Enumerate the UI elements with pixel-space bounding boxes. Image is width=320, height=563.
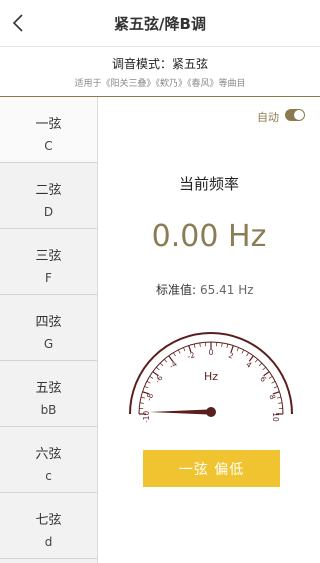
gauge-minor-tick: [236, 347, 239, 352]
tuning-mode-label: 调音模式：紧五弦: [111, 57, 208, 71]
gauge-minor-tick: [273, 386, 278, 389]
standard-value: 标准值: 65.41 Hz: [156, 281, 254, 298]
string-list: 一弦 C 二弦 D 三弦 F 四弦 G 五弦 bB 六弦 c 七弦 d: [0, 97, 98, 563]
toggle-knob: [294, 110, 304, 120]
applicable-songs: 适用于《阳关三叠》《欸乃》《春风》等曲目: [74, 79, 246, 89]
string-item-1[interactable]: 一弦 C: [0, 97, 97, 163]
gauge-minor-tick: [149, 376, 154, 379]
gauge-minor-tick: [226, 343, 229, 348]
gauge-minor-tick: [159, 362, 164, 367]
string-item-5[interactable]: 五弦 bB: [0, 361, 97, 427]
string-note: bB: [40, 403, 57, 417]
gauge-minor-tick: [163, 359, 168, 363]
gauge-tick-label: 2: [227, 351, 235, 361]
header-bar: 紧五弦/降B调: [0, 0, 320, 47]
string-item-6[interactable]: 六弦 c: [0, 427, 97, 493]
gauge-minor-tick: [271, 381, 276, 384]
gauge-tick-label: -10: [142, 411, 151, 422]
string-item-7[interactable]: 七弦 d: [0, 493, 97, 559]
string-item-3[interactable]: 三弦 F: [0, 229, 97, 295]
string-note: G: [43, 337, 54, 351]
gauge-tick-label: 10: [271, 412, 280, 422]
gauge-minor-tick: [193, 343, 196, 348]
current-frequency-value: 0.00 Hz: [151, 219, 267, 254]
standard-value-number: 65.41 Hz: [200, 283, 254, 297]
tuner-panel: 自动 当前频率 0.00 Hz 标准值: 65.41 Hz -10 -8 -6 -4 -2…: [98, 97, 320, 563]
string-item-2[interactable]: 二弦 D: [0, 163, 97, 229]
gauge-tick-label: -6: [153, 373, 165, 385]
string-note: c: [45, 469, 52, 483]
gauge-minor-tick: [246, 352, 249, 357]
tuning-gauge: -10 -8 -6-4 -2 0 246 8 10 Hz: [129, 332, 293, 422]
string-note: D: [43, 205, 54, 219]
gauge-minor-tick: [156, 366, 160, 371]
gauge-minor-tick: [144, 386, 149, 389]
gauge-minor-tick: [262, 366, 266, 371]
standard-value-label: 标准值:: [156, 283, 197, 297]
gauge-minor-tick: [254, 359, 259, 363]
string-name: 七弦: [35, 513, 62, 528]
gauge-needle: [149, 409, 211, 415]
gauge-tick-label: -2: [186, 350, 196, 361]
gauge-tick-label: 8: [267, 393, 277, 401]
gauge-minor-tick: [221, 342, 223, 347]
gauge-tick-label: 0: [209, 348, 214, 357]
current-frequency-label: 当前频率: [178, 175, 239, 193]
string-name: 四弦: [35, 315, 62, 330]
auto-toggle[interactable]: [285, 109, 305, 121]
string-note: d: [44, 535, 53, 549]
string-name: 三弦: [35, 249, 62, 264]
string-item-4[interactable]: 四弦 G: [0, 295, 97, 361]
gauge-minor-tick: [241, 349, 244, 354]
gauge-tick-label: -8: [144, 392, 155, 402]
tuning-mode-panel: 调音模式：紧五弦 适用于《阳关三叠》《欸乃》《春风》等曲目: [0, 47, 320, 97]
string-note: F: [45, 271, 52, 285]
gauge-minor-tick: [139, 402, 144, 404]
gauge-tick-label: 4: [244, 360, 253, 370]
string-note: C: [44, 139, 53, 153]
gauge-minor-tick: [183, 347, 186, 352]
gauge-minor-tick: [146, 381, 151, 384]
gauge-minor-tick: [278, 402, 283, 404]
string-name: 五弦: [35, 381, 62, 396]
gauge-minor-tick: [199, 342, 201, 347]
page-title: 紧五弦/降B调: [114, 15, 206, 33]
string-name: 六弦: [35, 447, 62, 462]
string-name: 一弦: [35, 117, 62, 132]
tuning-status-button[interactable]: 一弦 偏低: [143, 450, 280, 487]
gauge-minor-tick: [173, 352, 176, 357]
gauge-tick-label: -4: [167, 359, 179, 371]
gauge-minor-tick: [268, 376, 273, 379]
gauge-tick-label: 6: [258, 375, 268, 384]
gauge-hub: [206, 407, 216, 417]
gauge-minor-tick: [258, 362, 263, 367]
gauge-unit: Hz: [204, 370, 218, 383]
auto-label: 自动: [257, 111, 279, 124]
gauge-minor-tick: [178, 349, 181, 354]
string-name: 二弦: [35, 183, 62, 198]
